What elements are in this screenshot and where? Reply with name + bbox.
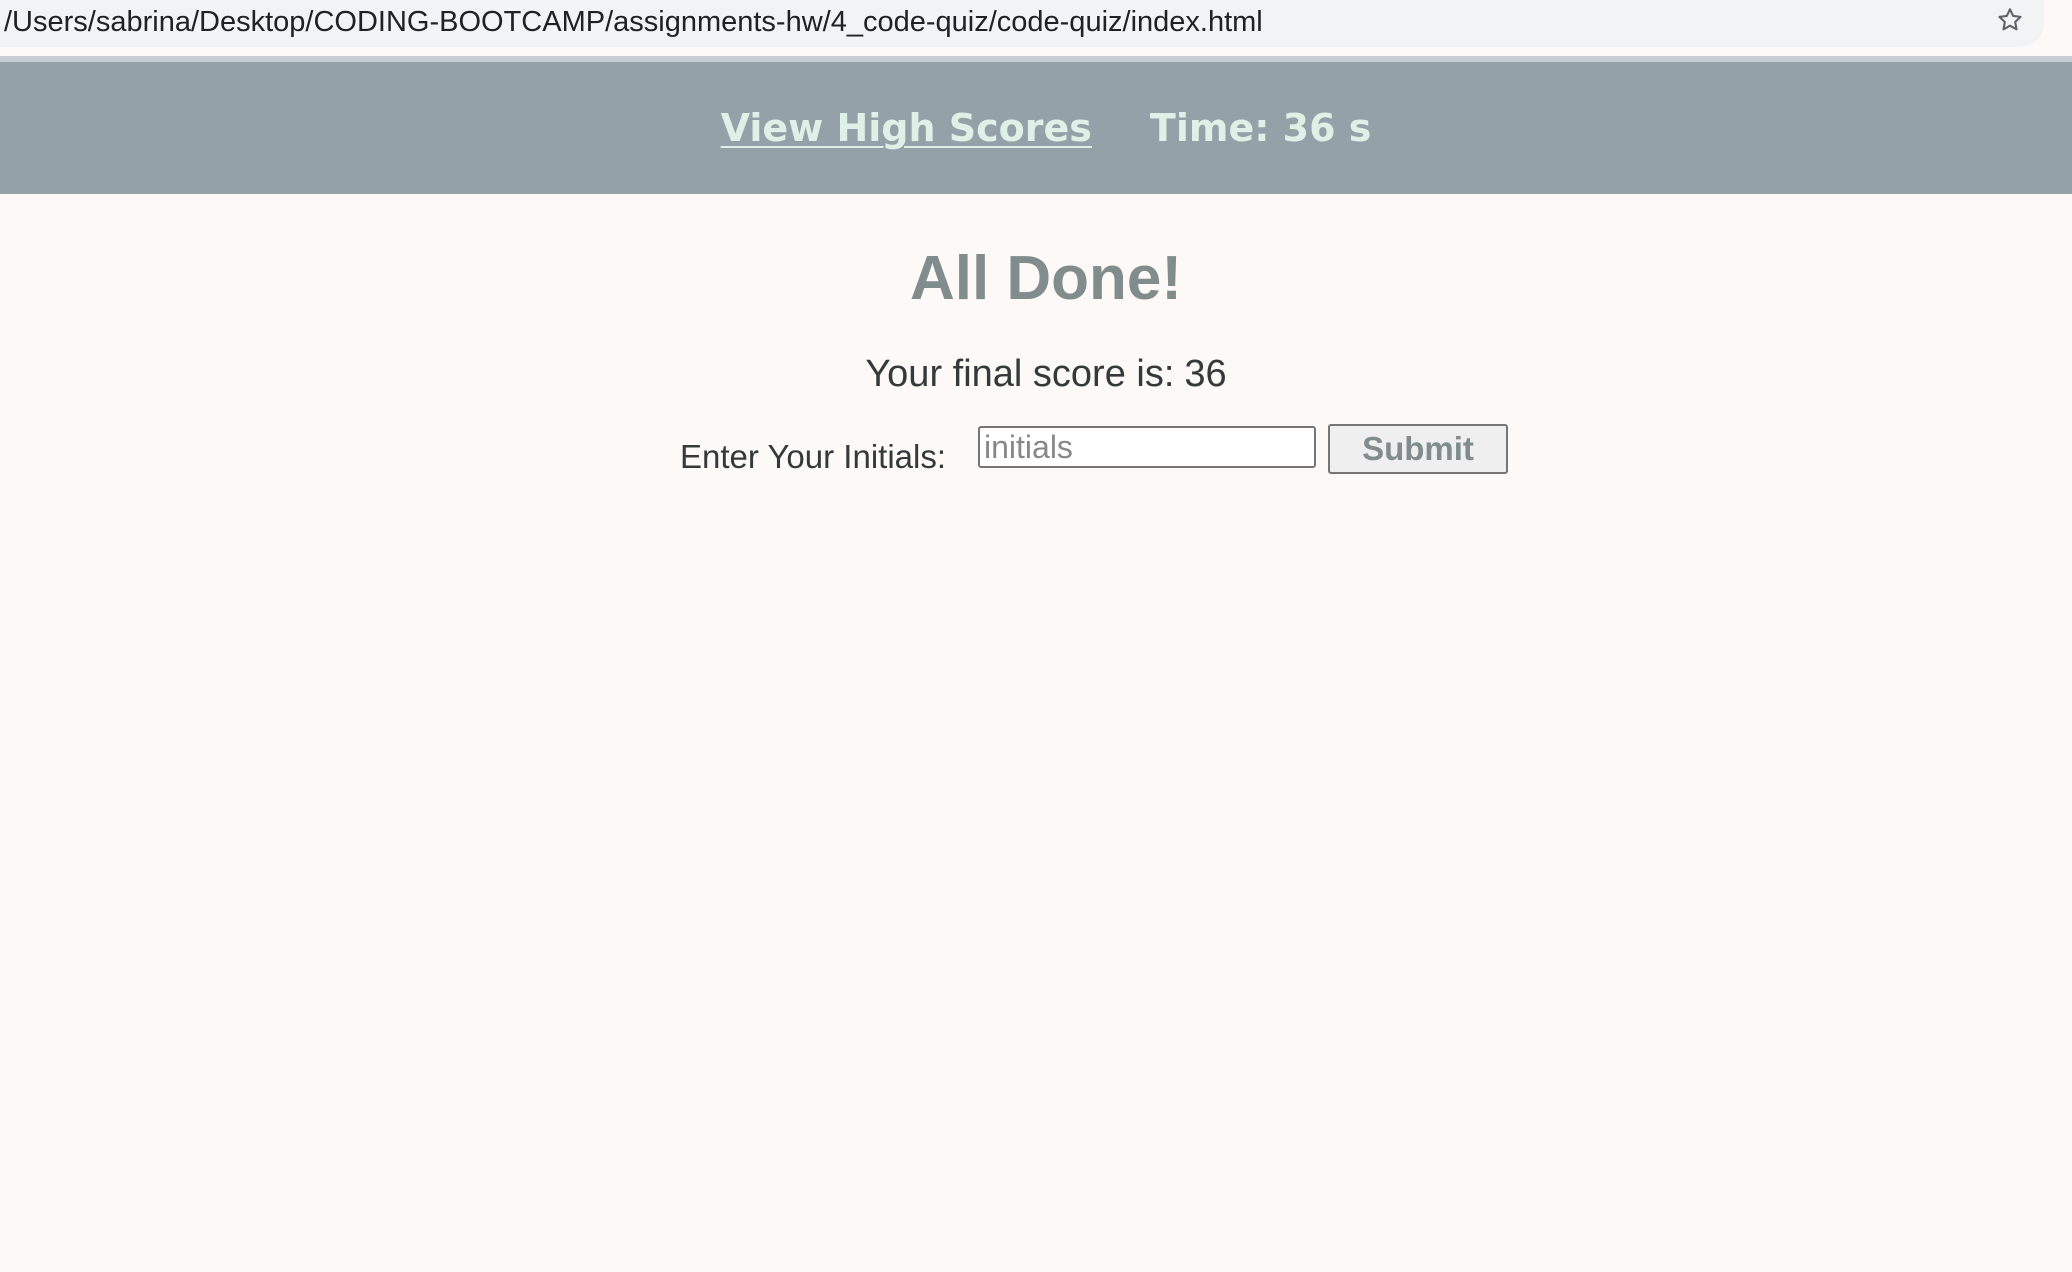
final-score: Your final score is: 36 <box>20 352 2072 396</box>
final-score-label: Your final score is: <box>865 353 1175 395</box>
initials-input[interactable] <box>978 426 1316 468</box>
address-bar[interactable]: /Users/sabrina/Desktop/CODING-BOOTCAMP/a… <box>0 0 2044 47</box>
initials-label: Enter Your Initials: <box>680 438 946 475</box>
page-title: All Done! <box>909 244 1183 313</box>
view-high-scores-link[interactable]: View High Scores <box>721 106 1092 150</box>
quiz-header: View High Scores Time: 36 s <box>0 62 2072 194</box>
results-panel: All Done! Your final score is: 36 Enter Y… <box>0 194 2072 475</box>
final-score-value: 36 <box>1184 353 1227 395</box>
submit-button[interactable]: Submit <box>1328 424 1508 474</box>
star-icon[interactable] <box>1992 2 2028 38</box>
url-text[interactable]: /Users/sabrina/Desktop/CODING-BOOTCAMP/a… <box>4 4 1263 40</box>
timer-display: Time: 36 s <box>1149 106 1372 150</box>
